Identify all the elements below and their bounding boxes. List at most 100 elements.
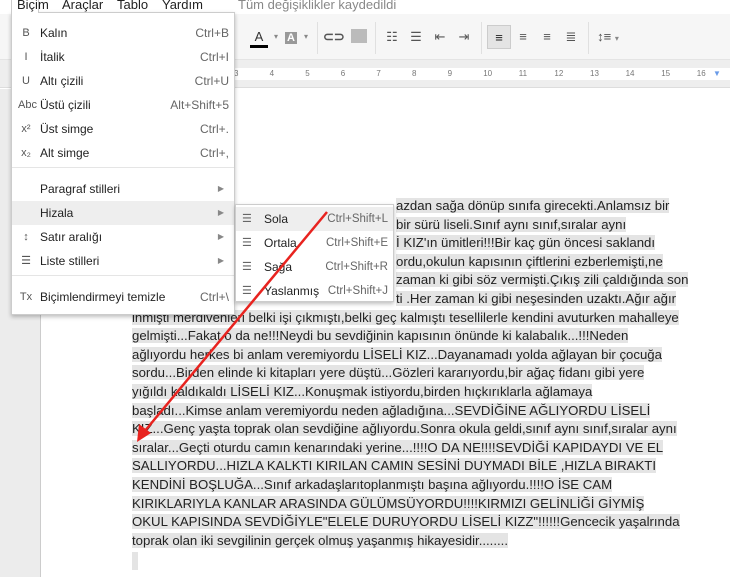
text-color-button[interactable]: A [248,25,270,49]
ruler-number: 7 [376,69,381,78]
document-line: yığıldı kaldıkaldı LİSELİ KIZ...Konuşmak… [132,383,722,402]
menu-tablo[interactable]: Tablo [117,0,148,12]
line-text: sıralar...Geçti oturdu camın kenarındaki… [132,439,664,455]
line-text: toprak olan iki sevgilinin gerçek olmuş … [132,532,509,548]
document-line: KIZ...Genç yaşta toprak olan sevdiğine a… [132,420,722,439]
menu-item-3[interactable]: U Altı çizili Ctrl+U [12,69,234,93]
menu-item-label: Paragraf stilleri [40,182,121,196]
menu-bar: Biçim Araçlar Tablo Yardım Tüm değişikli… [0,0,730,14]
align-submenu: ☰ Sola Ctrl+Shift+L ☰ Ortala Ctrl+Shift+E ☰ Sağ… [235,204,394,302]
highlight-dropdown-icon[interactable]: ▾ [302,25,310,49]
align-option-shortcut: Ctrl+Shift+J [327,285,388,297]
document-line: toprak olan iki sevgilinin gerçek olmuş … [132,532,722,551]
menu-item-5[interactable]: x² Üst simge Ctrl+. [12,117,234,141]
line-spacing-icon: ↕ [23,231,29,243]
menu-item-4[interactable]: Abc Üstü çizili Alt+Shift+5 [12,93,234,117]
align-left-button[interactable]: ≡ [487,25,511,49]
numbered-list-icon[interactable]: ☷ [383,25,401,49]
line-text: OKUL KAPISINDA SEVDİĞİYLE"ELELE DURUYORD… [132,514,680,530]
line-text: KIRIKLARIYLA KANLAR ARASINDA GÜLÜMSÜYORD… [132,495,645,511]
format-menu: B Kalın Ctrl+B I İtalik Ctrl+I U Altı çizili Ctr… [11,12,235,315]
menu-item-shortcut: Alt+Shift+5 [170,98,229,112]
underline-icon: U [22,75,30,87]
document-line: ağlıyordu herkes bi anlam veremiyordu Lİ… [132,346,722,365]
ruler-number: 12 [554,69,564,78]
line-text: azdan sağa dönüp sınıfa girecekti.Anlams… [396,198,670,213]
align-center-button[interactable]: ≡ [514,25,532,49]
submenu-arrow-icon: ▶ [217,256,224,265]
toolbar-divider [317,22,318,54]
menu-araclar[interactable]: Araçlar [62,0,103,12]
align-center-icon: ☰ [242,237,252,249]
line-text: yığıldı kaldıkaldı LİSELİ KIZ...Konuşmak… [132,383,593,399]
bulleted-list-icon[interactable]: ☰ [407,25,425,49]
line-text: ordu,okulun kapısının çiftlerini ezberle… [396,253,663,269]
menu-item-label: Altı çizili [40,74,84,88]
align-option-label: Sağa [264,260,293,274]
highlight-color-button[interactable]: A [283,25,299,49]
ruler-number: 9 [447,69,453,78]
link-icon[interactable]: ⊂⊃ [323,25,345,49]
submenu-arrow-icon: ▶ [217,184,224,193]
decrease-indent-icon[interactable]: ⇤ [431,25,449,49]
menu-bicim[interactable]: Biçim [17,0,49,12]
subscript-icon: x₂ [21,147,31,159]
document-line: SALLIYORDU...HIZLA KALKTI KIRILAN CAMIN … [132,457,722,476]
selection-tail [132,552,138,570]
align-justify-button[interactable]: ≣ [562,25,580,49]
line-text: sordu...Birden elinde ki kitapları yere … [132,365,645,381]
image-icon[interactable] [351,25,369,49]
align-option-shortcut: Ctrl+Shift+E [326,237,388,249]
align-right-button[interactable]: ≡ [538,25,556,49]
ruler-number: 16 [696,69,706,78]
ruler-number: 10 [483,69,493,78]
align-option-label: Sola [264,212,289,226]
ruler-number: 11 [518,69,528,78]
line-text: bir sürü liseli.Sınıf aynı sınıf,sıralar… [396,216,627,232]
menu-item-6[interactable]: x₂ Alt simge Ctrl+, [12,141,234,165]
list-styles-icon: ☰ [21,255,31,267]
menu-item-label: Üstü çizili [40,98,91,112]
save-status: Tüm değişiklikler kaydedildi [238,0,397,12]
menu-item-2[interactable]: I İtalik Ctrl+I [12,45,234,69]
line-spacing-button[interactable]: ↕≡ ▾ [594,25,622,49]
menu-item-1[interactable]: B Kalın Ctrl+B [12,21,234,45]
menu-item-10[interactable]: ☰ Liste stilleri ▶ [12,249,234,273]
increase-indent-icon[interactable]: ⇥ [455,25,473,49]
align-justify-icon: ☰ [242,285,252,297]
align-option-shortcut: Ctrl+Shift+L [327,213,388,225]
align-left-icon: ☰ [242,213,252,225]
line-text: başladı...Kimse anlam veremiyordu neden … [132,402,651,418]
menu-item-9[interactable]: ↕ Satır aralığı ▶ [12,225,234,249]
toolbar-divider [375,22,376,54]
menu-item-8[interactable]: Hizala ▶ [12,201,234,225]
line-text: SALLIYORDU...HIZLA KALKTI KIRILAN CAMIN … [132,458,656,474]
document-line: KENDİNİ BOŞLUĞA...Sınıf arkadaşlarıtopla… [132,476,722,495]
ruler-number: 13 [590,69,599,78]
menu-item-11[interactable]: Tx Biçimlendirmeyi temizle Ctrl+\ [12,285,234,309]
align-option-3[interactable]: ☰ Sağa Ctrl+Shift+R [236,255,393,279]
document-line: gelmişti...Fakat o da ne!!!Neydi bu sevd… [132,327,722,346]
menu-item-label: Alt simge [40,146,90,160]
menu-item-7[interactable]: Paragraf stilleri ▶ [12,177,234,201]
document-line: başladı...Kimse anlam veremiyordu neden … [132,402,722,421]
menu-item-label: Biçimlendirmeyi temizle [40,290,166,304]
align-option-2[interactable]: ☰ Ortala Ctrl+Shift+E [236,231,393,255]
align-option-1[interactable]: ☰ Sola Ctrl+Shift+L [236,207,393,231]
document-line: sıralar...Geçti oturdu camın kenarındaki… [132,439,722,458]
menu-item-label: Hizala [40,206,74,220]
menu-item-label: Satır aralığı [40,230,103,244]
right-indent-marker[interactable]: ▼ [713,68,721,80]
menu-item-shortcut: Ctrl+, [199,146,229,160]
toolbar-divider [588,22,589,54]
ruler-number: 5 [305,69,310,78]
menu-yardim[interactable]: Yardım [162,0,203,12]
ruler-number: 15 [661,69,671,78]
menu-divider [12,167,234,168]
menu-item-shortcut: Ctrl+B [195,26,229,40]
align-option-4[interactable]: ☰ Yaslanmış Ctrl+Shift+J [236,279,393,303]
text-color-dropdown-icon[interactable]: ▾ [272,25,280,49]
line-text: KENDİNİ BOŞLUĞA...Sınıf arkadaşlarıtopla… [132,476,613,492]
document-line: sordu...Birden elinde ki kitapları yere … [132,364,722,383]
ruler-number: 14 [625,69,635,78]
